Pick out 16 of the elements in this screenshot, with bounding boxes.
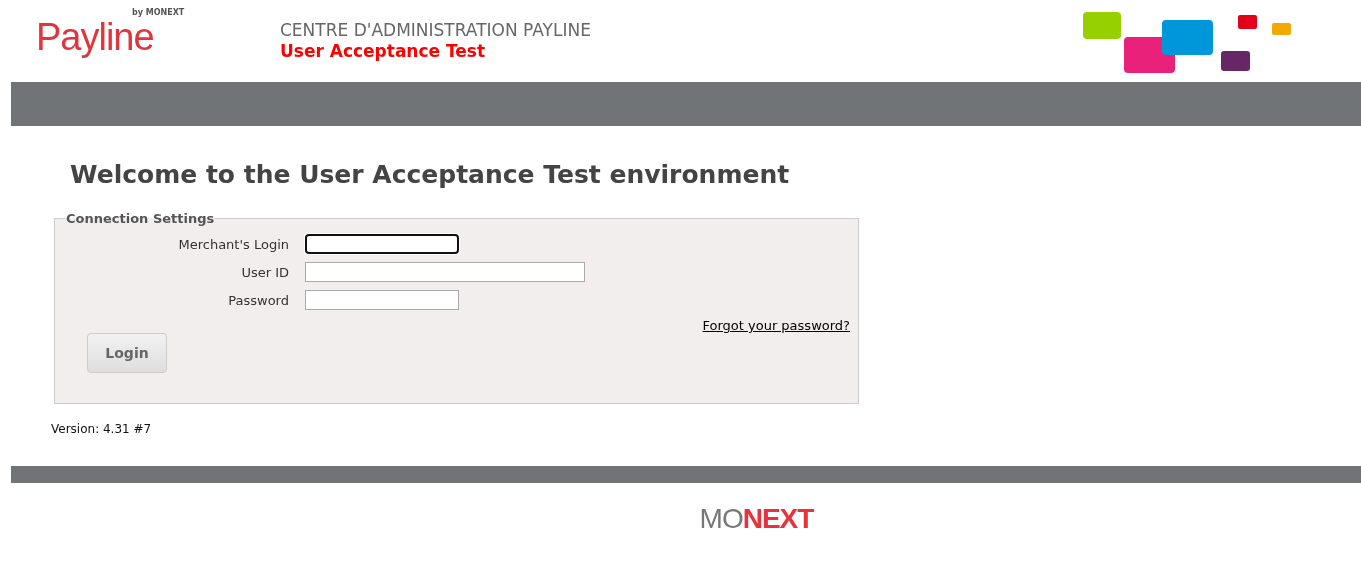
login-button[interactable]: Login (87, 333, 167, 373)
input-field[interactable] (305, 234, 459, 254)
panel-legend: Connection Settings (65, 211, 216, 226)
field-label: Password (227, 292, 289, 308)
field-label: User ID (240, 264, 289, 280)
input-field[interactable] (305, 262, 585, 282)
version-text: Version: 4.31 #7 (51, 422, 153, 436)
forgot-password-link[interactable]: Forgot your password? (702, 318, 850, 333)
field-label: Merchant's Login (177, 236, 289, 252)
footer-logo: MONEXT (699, 503, 814, 535)
logo-text: Payline (36, 17, 154, 57)
welcome-heading: Welcome to the User Acceptance Test environment (70, 160, 791, 189)
logo-byline: by MONEXT (132, 8, 185, 17)
environment-label: User Acceptance Test (280, 41, 487, 62)
input-field[interactable] (305, 290, 459, 310)
app-title: CENTRE D'ADMINISTRATION PAYLINE (280, 20, 591, 41)
